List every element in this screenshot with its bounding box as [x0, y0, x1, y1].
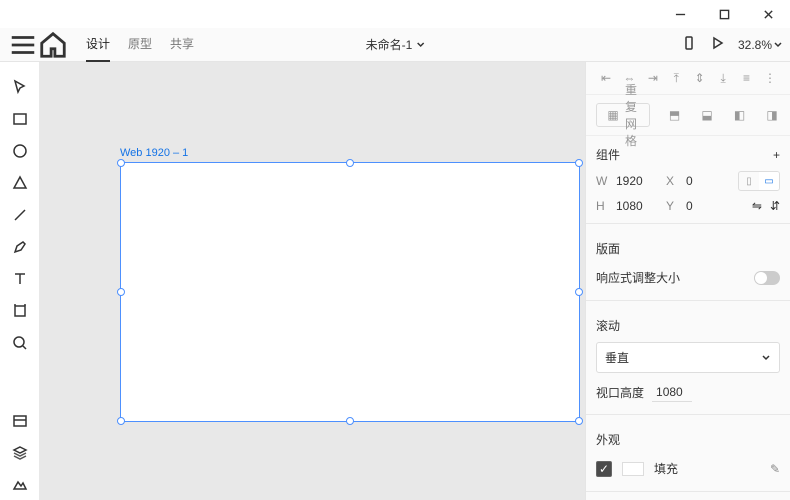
repeat-grid-button[interactable]: ▦ 重复网格 — [596, 103, 650, 127]
flip-v-icon[interactable]: ⇵ — [770, 199, 780, 213]
boolean-intersect-icon[interactable]: ◧ — [732, 107, 748, 123]
zoom-tool-icon[interactable] — [5, 328, 35, 358]
resize-handle[interactable] — [117, 417, 125, 425]
layout-header: 版面 — [586, 230, 790, 261]
tab-design[interactable]: 设计 — [86, 27, 110, 62]
distribute-v-icon[interactable]: ⋮ — [762, 70, 778, 86]
plugins-panel-icon[interactable] — [5, 470, 35, 500]
boolean-subtract-icon[interactable]: ⬓ — [699, 107, 715, 123]
resize-handle[interactable] — [575, 288, 583, 296]
device-preview-icon[interactable] — [682, 36, 696, 53]
zoom-value: 32.8% — [738, 38, 772, 52]
text-tool-icon[interactable] — [5, 264, 35, 294]
artboard[interactable] — [120, 162, 580, 422]
add-component-icon[interactable]: + — [773, 148, 780, 162]
align-right-icon[interactable]: ⇥ — [645, 70, 661, 86]
fill-label: 填充 — [654, 460, 678, 477]
boolean-add-icon[interactable]: ⬒ — [667, 107, 683, 123]
resize-handle[interactable] — [346, 159, 354, 167]
viewport-height-input[interactable]: 1080 — [652, 383, 692, 402]
components-label: 组件 — [596, 146, 620, 163]
rectangle-tool-icon[interactable] — [5, 104, 35, 134]
layers-panel-icon[interactable] — [5, 438, 35, 468]
align-left-icon[interactable]: ⇤ — [598, 70, 614, 86]
fill-checkbox[interactable]: ✓ — [596, 461, 612, 477]
play-icon[interactable] — [710, 36, 724, 53]
responsive-resize-toggle[interactable] — [754, 271, 780, 285]
boolean-exclude-icon[interactable]: ◨ — [764, 107, 780, 123]
chevron-down-icon — [774, 41, 782, 49]
scroll-value: 垂直 — [605, 349, 629, 366]
resize-handle[interactable] — [117, 288, 125, 296]
ellipse-tool-icon[interactable] — [5, 136, 35, 166]
minimize-button[interactable] — [658, 0, 702, 28]
scroll-select[interactable]: 垂直 — [596, 342, 780, 373]
assets-panel-icon[interactable] — [5, 406, 35, 436]
home-icon[interactable] — [38, 30, 68, 60]
x-input[interactable]: 0 — [686, 174, 728, 188]
zoom-control[interactable]: 32.8% — [738, 38, 782, 52]
select-tool-icon[interactable] — [5, 72, 35, 102]
document-title[interactable]: 未命名-1 — [366, 36, 425, 53]
hamburger-menu-icon[interactable] — [8, 30, 38, 60]
inspector-panel: ⇤ ⇔ ⇥ ⤒ ⇕ ⤓ ≡ ⋮ ▦ 重复网格 ⬒ ⬓ ◧ ◨ 组件 + W 19… — [585, 62, 790, 500]
top-menu-bar: 设计 原型 共享 未命名-1 32.8% — [0, 28, 790, 62]
distribute-h-icon[interactable]: ≡ — [739, 70, 755, 86]
x-label: X — [666, 174, 678, 188]
height-input[interactable]: 1080 — [616, 199, 658, 213]
width-label: W — [596, 174, 608, 188]
polygon-tool-icon[interactable] — [5, 168, 35, 198]
align-controls: ⇤ ⇔ ⇥ ⤒ ⇕ ⤓ ≡ ⋮ — [586, 62, 790, 95]
line-tool-icon[interactable] — [5, 200, 35, 230]
viewport-height-label: 视口高度 — [596, 384, 644, 401]
document-title-text: 未命名-1 — [366, 36, 413, 53]
eyedropper-icon[interactable]: ✎ — [770, 462, 780, 476]
fill-color-swatch[interactable] — [622, 462, 644, 476]
resize-handle[interactable] — [117, 159, 125, 167]
responsive-resize-label: 响应式调整大小 — [596, 269, 680, 286]
align-bottom-icon[interactable]: ⤓ — [715, 70, 731, 86]
resize-handle[interactable] — [575, 417, 583, 425]
resize-handle[interactable] — [575, 159, 583, 167]
repeat-grid-label: 重复网格 — [625, 107, 641, 123]
maximize-button[interactable] — [702, 0, 746, 28]
height-label: H — [596, 199, 608, 213]
artboard-label[interactable]: Web 1920 – 1 — [120, 147, 188, 159]
canvas-area[interactable]: Web 1920 – 1 — [40, 62, 585, 500]
tab-prototype[interactable]: 原型 — [128, 27, 152, 62]
scroll-header: 滚动 — [586, 307, 790, 338]
landscape-icon: ▭ — [759, 172, 779, 190]
align-middle-icon[interactable]: ⇕ — [692, 70, 708, 86]
left-toolbar — [0, 62, 40, 500]
pen-tool-icon[interactable] — [5, 232, 35, 262]
resize-handle[interactable] — [346, 417, 354, 425]
appearance-header: 外观 — [586, 421, 790, 452]
artboard-tool-icon[interactable] — [5, 296, 35, 326]
chevron-down-icon — [416, 41, 424, 49]
chevron-down-icon — [761, 353, 771, 363]
mode-tabs: 设计 原型 共享 — [86, 27, 194, 62]
repeat-grid-icon: ▦ — [605, 107, 621, 123]
close-button[interactable] — [746, 0, 790, 28]
align-top-icon[interactable]: ⤒ — [668, 70, 684, 86]
portrait-icon: ▯ — [739, 172, 759, 190]
window-titlebar — [0, 0, 790, 28]
orientation-toggle[interactable]: ▯ ▭ — [738, 171, 780, 191]
flip-h-icon[interactable]: ⇋ — [752, 199, 762, 213]
width-input[interactable]: 1920 — [616, 174, 658, 188]
tab-share[interactable]: 共享 — [170, 27, 194, 62]
components-header: 组件 + — [586, 136, 790, 167]
y-input[interactable]: 0 — [686, 199, 728, 213]
y-label: Y — [666, 199, 678, 213]
